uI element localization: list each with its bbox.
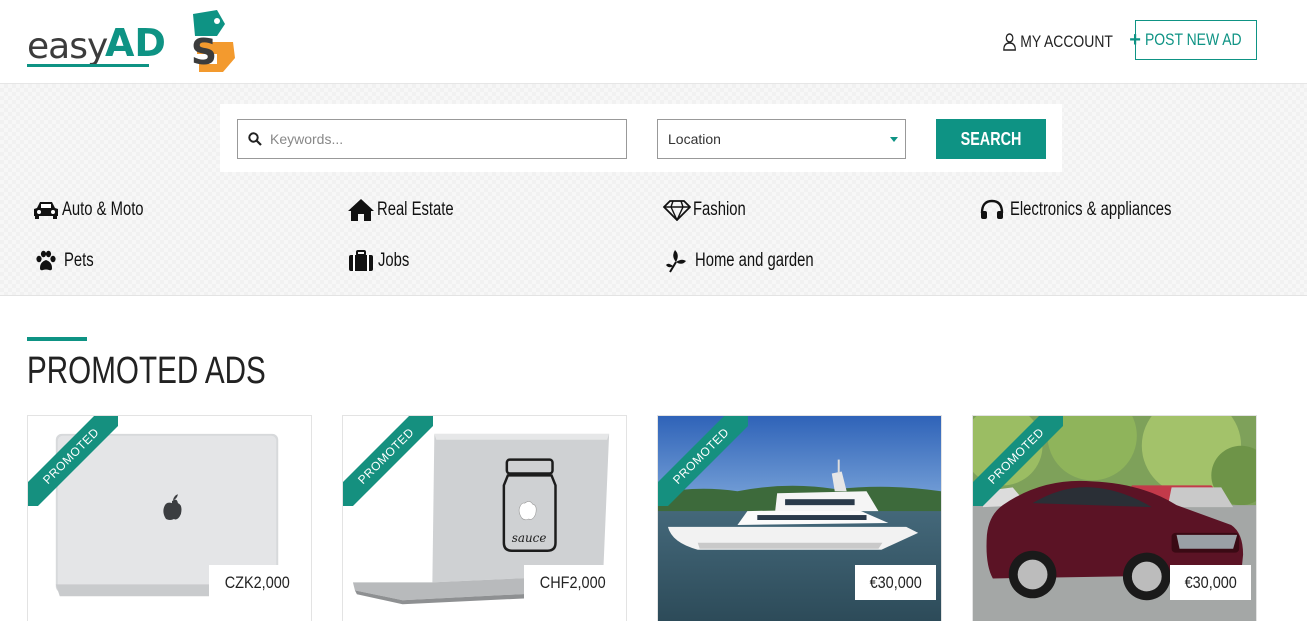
- promoted-ribbon: PROMOTED: [28, 416, 118, 506]
- ad-price-value: CZK2,000: [225, 572, 291, 592]
- keywords-input[interactable]: [270, 131, 610, 147]
- category-label: Pets: [64, 250, 94, 271]
- category-jobs[interactable]: Jobs: [348, 248, 418, 274]
- chevron-down-icon: [890, 137, 898, 142]
- category-label: Fashion: [693, 199, 746, 220]
- category-real-estate[interactable]: Real Estate: [347, 197, 475, 223]
- ad-card[interactable]: PROMOTED €30,000: [657, 415, 942, 621]
- logo-ads-mark: AD S: [105, 10, 235, 73]
- svg-text:AD: AD: [105, 21, 166, 65]
- promoted-ads-title: PROMOTED ADS: [27, 350, 266, 392]
- user-icon: [1003, 33, 1016, 51]
- category-label: Jobs: [378, 250, 410, 271]
- site-logo[interactable]: easy AD S: [27, 6, 237, 76]
- ad-price: €30,000: [1169, 565, 1251, 600]
- ad-card[interactable]: PROMOTED €30,000: [972, 415, 1257, 621]
- ad-price-value: €30,000: [1184, 572, 1237, 592]
- ad-card[interactable]: PROMOTED CZK2,000: [27, 415, 312, 621]
- search-button-label: SEARCH: [960, 128, 1022, 149]
- promoted-ribbon: PROMOTED: [973, 416, 1063, 506]
- category-pets[interactable]: Pets: [34, 248, 102, 274]
- ad-price-value: €30,000: [869, 572, 922, 592]
- diamond-icon: [663, 197, 693, 223]
- promoted-badge: PROMOTED: [28, 416, 118, 506]
- briefcase-icon: [348, 248, 378, 274]
- ad-price: CHF2,000: [523, 565, 621, 600]
- category-label: Home and garden: [695, 250, 814, 271]
- location-select[interactable]: Location: [657, 119, 906, 159]
- category-label: Electronics & appliances: [1010, 199, 1172, 220]
- location-select-value: Location: [668, 131, 721, 147]
- plus-icon: +: [1129, 28, 1141, 51]
- plant-icon: [665, 248, 695, 274]
- promoted-ribbon: PROMOTED: [658, 416, 748, 506]
- promoted-ribbon: PROMOTED: [343, 416, 433, 506]
- paw-icon: [34, 248, 64, 274]
- search-icon: [248, 132, 262, 146]
- svg-text:sauce: sauce: [512, 531, 547, 545]
- svg-text:S: S: [191, 32, 217, 73]
- ad-price-value: CHF2,000: [539, 572, 606, 592]
- category-home-garden[interactable]: Home and garden: [665, 248, 847, 274]
- section-accent-bar: [27, 337, 87, 341]
- headphones-icon: [980, 197, 1010, 223]
- ad-card[interactable]: sauce PROMOTED CHF2,000: [342, 415, 627, 621]
- category-label: Auto & Moto: [62, 199, 144, 220]
- category-auto-moto[interactable]: Auto & Moto: [32, 197, 167, 223]
- ad-price: €30,000: [854, 565, 936, 600]
- logo-text-easy: easy: [27, 26, 108, 67]
- home-icon: [347, 197, 377, 223]
- category-electronics[interactable]: Electronics & appliances: [980, 197, 1217, 223]
- search-section: [0, 84, 1307, 296]
- post-new-ad-button[interactable]: + POST NEW AD: [1129, 20, 1257, 60]
- ad-price: CZK2,000: [209, 565, 306, 600]
- keywords-field[interactable]: [237, 119, 627, 159]
- site-header: easy AD S MY ACCOUNT + POST NEW AD: [0, 0, 1307, 84]
- search-button[interactable]: SEARCH: [936, 119, 1046, 159]
- post-new-ad-label: POST NEW AD: [1144, 30, 1242, 49]
- my-account-link[interactable]: MY ACCOUNT: [1003, 30, 1113, 54]
- promoted-badge: PROMOTED: [658, 416, 748, 506]
- category-fashion[interactable]: Fashion: [663, 197, 761, 223]
- promoted-badge: PROMOTED: [973, 416, 1063, 506]
- category-label: Real Estate: [377, 199, 454, 220]
- my-account-label: MY ACCOUNT: [1020, 32, 1113, 51]
- car-icon: [32, 197, 62, 223]
- promoted-badge: PROMOTED: [343, 416, 433, 506]
